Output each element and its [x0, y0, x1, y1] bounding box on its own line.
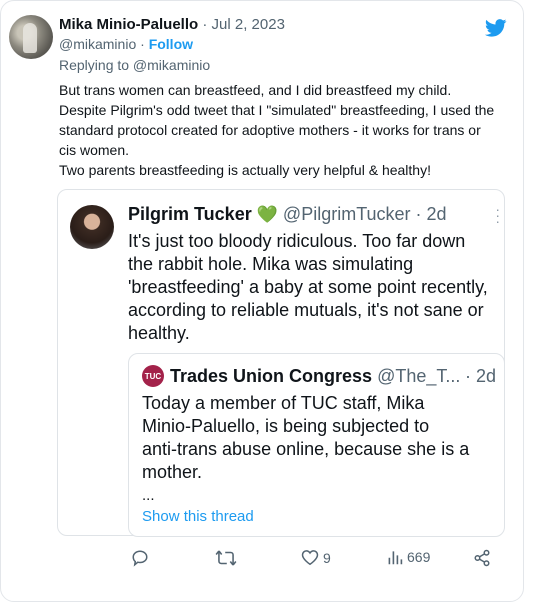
tweet-header: Mika Minio-Paluello · Jul 2, 2023 [59, 15, 285, 34]
tweet-body-line: standard protocol created for adoptive m… [59, 122, 481, 138]
handle-row: @mikaminio · Follow [59, 36, 193, 52]
replying-to[interactable]: Replying to @mikaminio [59, 57, 210, 73]
twitter-bird-icon[interactable] [485, 19, 507, 37]
quoted-author-name[interactable]: Pilgrim Tucker [128, 204, 252, 224]
nested-author-name[interactable]: Trades Union Congress [170, 366, 372, 386]
tweet-body-line: Despite Pilgrim's odd tweet that I "simu… [59, 102, 495, 118]
nested-body-line: Minio-Paluello, is being subjected to [142, 416, 430, 436]
quoted-tweet-body: It's just too bloody ridiculous. Too far… [128, 230, 500, 345]
tweet-body: But trans women can breastfeed, and I di… [59, 80, 514, 180]
views-icon [388, 551, 403, 565]
truncation-ellipsis: ... [142, 487, 155, 504]
quoted-body-line: 'breastfeeding' a baby at some point rec… [128, 277, 488, 297]
nested-body-line: mother. [142, 462, 203, 482]
show-thread-link[interactable]: Show this thread [142, 508, 254, 525]
action-bar: 9 669 [1, 549, 540, 579]
tweet-card[interactable]: Mika Minio-Paluello · Jul 2, 2023 @mikam… [0, 0, 524, 602]
nested-quote-header: Trades Union Congress @The_T... [170, 366, 460, 387]
reply-icon [132, 550, 148, 567]
reply-button[interactable] [131, 549, 153, 567]
quoted-tweet-header: Pilgrim Tucker 💚 @PilgrimTucker · 2d [128, 204, 447, 225]
quoted-author-avatar[interactable] [70, 205, 114, 249]
heart-icon [301, 550, 319, 566]
quoted-author-handle-time[interactable]: @PilgrimTucker · 2d [283, 204, 447, 224]
like-button[interactable]: 9 [301, 549, 331, 566]
retweet-icon [215, 550, 237, 566]
more-options-icon[interactable]: · · · [495, 202, 500, 228]
tweet-body-line: But trans women can breastfeed, and I di… [59, 82, 452, 98]
views-count: 669 [407, 549, 431, 565]
tweet-body-line: cis women. [59, 142, 130, 158]
nested-author-handle[interactable]: @The_T... [377, 366, 460, 386]
quoted-body-line: according to reliable mutuals, it's not … [128, 300, 484, 320]
quoted-tweet[interactable]: Pilgrim Tucker 💚 @PilgrimTucker · 2d · · ·… [57, 189, 505, 537]
share-button[interactable] [473, 549, 491, 567]
tweet-date[interactable]: Jul 2, 2023 [212, 16, 285, 33]
author-handle[interactable]: @mikaminio [59, 36, 136, 52]
nested-quote-body: Today a member of TUC staff, Mika Minio-… [142, 392, 494, 484]
nested-quoted-tweet[interactable]: TUC Trades Union Congress @The_T... · 2d… [128, 353, 505, 537]
retweet-button[interactable] [215, 549, 241, 567]
header-separator: · [202, 16, 208, 33]
like-count: 9 [323, 549, 331, 566]
quoted-body-line: the rabbit hole. Mika was simulating [128, 254, 414, 274]
nested-quote-time[interactable]: · 2d [465, 366, 496, 387]
handle-separator: · [140, 36, 145, 52]
author-name[interactable]: Mika Minio-Paluello [59, 16, 198, 33]
nested-body-line: anti-trans abuse online, because she is … [142, 439, 470, 459]
follow-button[interactable]: Follow [149, 36, 193, 52]
share-icon [474, 549, 490, 567]
tweet-body-line: Two parents breastfeeding is actually ve… [59, 162, 431, 178]
nested-body-line: Today a member of TUC staff, Mika [142, 393, 425, 413]
quoted-body-line: It's just too bloody ridiculous. Too far… [128, 231, 466, 251]
author-avatar[interactable] [9, 15, 53, 59]
tuc-logo-avatar[interactable]: TUC [142, 365, 164, 387]
green-heart-icon: 💚 [256, 205, 278, 224]
quoted-body-line: healthy. [128, 323, 190, 343]
views-button[interactable]: 669 [387, 549, 430, 565]
